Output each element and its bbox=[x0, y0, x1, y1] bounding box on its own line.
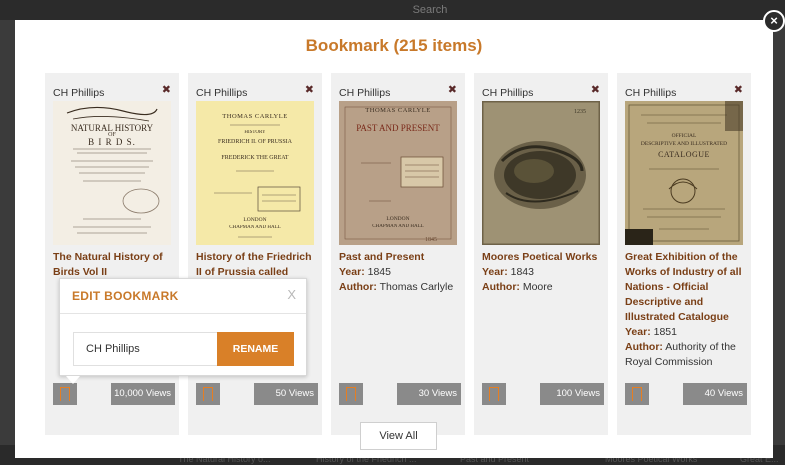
close-icon: × bbox=[770, 13, 778, 28]
card-owner: CH Phillips bbox=[339, 87, 391, 99]
background-search-label: Search bbox=[412, 4, 448, 16]
card-owner: CH Phillips bbox=[53, 87, 105, 99]
bookmark-icon bbox=[631, 387, 642, 402]
book-cover-image[interactable]: NATURAL HISTORY OF B I R D S. bbox=[53, 101, 171, 245]
bookmark-button[interactable] bbox=[625, 383, 649, 405]
card-header: CH Phillips ✖ bbox=[196, 83, 314, 99]
remove-bookmark-icon[interactable]: ✖ bbox=[734, 83, 743, 97]
cover-text: FREDERICK THE GREAT bbox=[221, 155, 289, 161]
card-header: CH Phillips ✖ bbox=[625, 83, 743, 99]
author-label: Author: bbox=[339, 281, 377, 293]
bookmark-modal: Bookmark (215 items) CH Phillips ✖ NATUR… bbox=[15, 20, 773, 458]
bookmark-card[interactable]: CH Phillips ✖ 1845 THOMAS CARLYLE PAST A… bbox=[331, 73, 465, 435]
bookmark-card[interactable]: CH Phillips ✖ OFFICIAL DESCRIPTIVE AND I… bbox=[617, 73, 751, 435]
popover-arrow bbox=[66, 376, 80, 384]
remove-bookmark-icon[interactable]: ✖ bbox=[305, 83, 314, 97]
modal-title: Bookmark (215 items) bbox=[305, 36, 483, 55]
card-owner: CH Phillips bbox=[625, 87, 677, 99]
book-cover-art: 1235 bbox=[482, 101, 600, 245]
author-value: Moore bbox=[522, 281, 553, 293]
card-title[interactable]: Moores Poetical Works bbox=[482, 250, 604, 265]
remove-bookmark-icon[interactable]: ✖ bbox=[448, 83, 457, 97]
card-header: CH Phillips ✖ bbox=[339, 83, 457, 99]
card-header: CH Phillips ✖ bbox=[482, 83, 600, 99]
cover-text: LONDON bbox=[243, 217, 267, 223]
cover-text: FRIEDRICH II. OF PRUSSIA bbox=[217, 139, 292, 145]
year-value: 1851 bbox=[653, 326, 677, 338]
card-author: Author: Thomas Carlyle bbox=[339, 280, 461, 295]
cover-text: CHAPMAN AND HALL bbox=[229, 225, 281, 230]
year-label: Year: bbox=[339, 266, 365, 278]
view-all-button[interactable]: View All bbox=[360, 422, 437, 450]
card-title[interactable]: Past and Present bbox=[339, 250, 461, 265]
book-cover-image[interactable]: 1845 THOMAS CARLYLE PAST AND PRESENT LON… bbox=[339, 101, 457, 245]
card-owner: CH Phillips bbox=[482, 87, 534, 99]
book-cover-art bbox=[625, 101, 743, 245]
card-title[interactable]: Great Exhibition of the Works of Industr… bbox=[625, 250, 747, 325]
cover-text: HISTORY bbox=[244, 130, 266, 135]
card-owner: CH Phillips bbox=[196, 87, 248, 99]
cover-text: B I R D S. bbox=[88, 137, 136, 147]
bookmark-button[interactable] bbox=[339, 383, 363, 405]
author-label: Author: bbox=[625, 341, 663, 353]
svg-text:1845: 1845 bbox=[425, 237, 437, 243]
author-value: Thomas Carlyle bbox=[379, 281, 454, 293]
year-label: Year: bbox=[482, 266, 508, 278]
card-header: CH Phillips ✖ bbox=[53, 83, 171, 99]
views-count: 100 Views bbox=[540, 383, 604, 405]
cover-text: DESCRIPTIVE AND ILLUSTRATED bbox=[640, 141, 728, 147]
card-title[interactable]: History of the Friedrich II of Prussia c… bbox=[196, 250, 318, 280]
card-author: Author: Moore bbox=[482, 280, 604, 295]
cover-text: THOMAS CARLYLE bbox=[222, 113, 288, 120]
card-author: Author: Authority of the Royal Commissio… bbox=[625, 340, 747, 370]
cover-text: CATALOGUE bbox=[658, 150, 710, 159]
bookmark-card[interactable]: CH Phillips ✖ 1235 Moores Poetical Works… bbox=[474, 73, 608, 435]
year-value: 1845 bbox=[367, 266, 391, 278]
card-title[interactable]: The Natural History of Birds Vol II bbox=[53, 250, 175, 280]
card-year: Year: 1843 bbox=[482, 265, 604, 280]
popover-title: EDIT BOOKMARK bbox=[72, 289, 179, 303]
views-count: 10,000 Views bbox=[111, 383, 175, 405]
bookmark-name-input[interactable] bbox=[73, 332, 218, 366]
bookmark-button[interactable] bbox=[196, 383, 220, 405]
book-cover-image[interactable]: 1235 bbox=[482, 101, 600, 245]
year-value: 1843 bbox=[510, 266, 534, 278]
views-count: 50 Views bbox=[254, 383, 318, 405]
bookmark-icon bbox=[345, 387, 356, 402]
bookmark-card[interactable]: CH Phillips ✖ THOMAS CARLYLE HISTORY FRI… bbox=[188, 73, 322, 435]
views-count: 40 Views bbox=[683, 383, 747, 405]
cover-text: CHAPMAN AND HALL bbox=[372, 224, 424, 229]
modal-close-button[interactable]: × bbox=[763, 10, 785, 32]
cover-text: THOMAS CARLYLE bbox=[365, 107, 431, 114]
bookmark-icon bbox=[202, 387, 213, 402]
card-year: Year: 1845 bbox=[339, 265, 461, 280]
cover-text: LONDON bbox=[386, 216, 410, 222]
remove-bookmark-icon[interactable]: ✖ bbox=[162, 83, 171, 97]
bookmark-icon bbox=[59, 387, 70, 402]
svg-text:1235: 1235 bbox=[574, 109, 586, 115]
book-cover-art bbox=[214, 124, 301, 238]
bookmark-button[interactable] bbox=[53, 383, 77, 405]
cover-text: OFFICIAL bbox=[671, 133, 697, 139]
popover-divider bbox=[60, 313, 306, 314]
author-label: Author: bbox=[482, 281, 520, 293]
bookmark-icon bbox=[488, 387, 499, 402]
year-label: Year: bbox=[625, 326, 651, 338]
remove-bookmark-icon[interactable]: ✖ bbox=[591, 83, 600, 97]
bookmark-button[interactable] bbox=[482, 383, 506, 405]
book-cover-image[interactable]: THOMAS CARLYLE HISTORY FRIEDRICH II. OF … bbox=[196, 101, 314, 245]
card-year: Year: 1851 bbox=[625, 325, 747, 340]
views-count: 30 Views bbox=[397, 383, 461, 405]
edit-bookmark-popover: EDIT BOOKMARK X RENAME bbox=[59, 278, 307, 384]
cover-text: PAST AND PRESENT bbox=[356, 123, 440, 133]
popover-close-button[interactable]: X bbox=[287, 287, 296, 302]
book-cover-image[interactable]: OFFICIAL DESCRIPTIVE AND ILLUSTRATED CAT… bbox=[625, 101, 743, 245]
rename-button[interactable]: RENAME bbox=[217, 332, 294, 366]
